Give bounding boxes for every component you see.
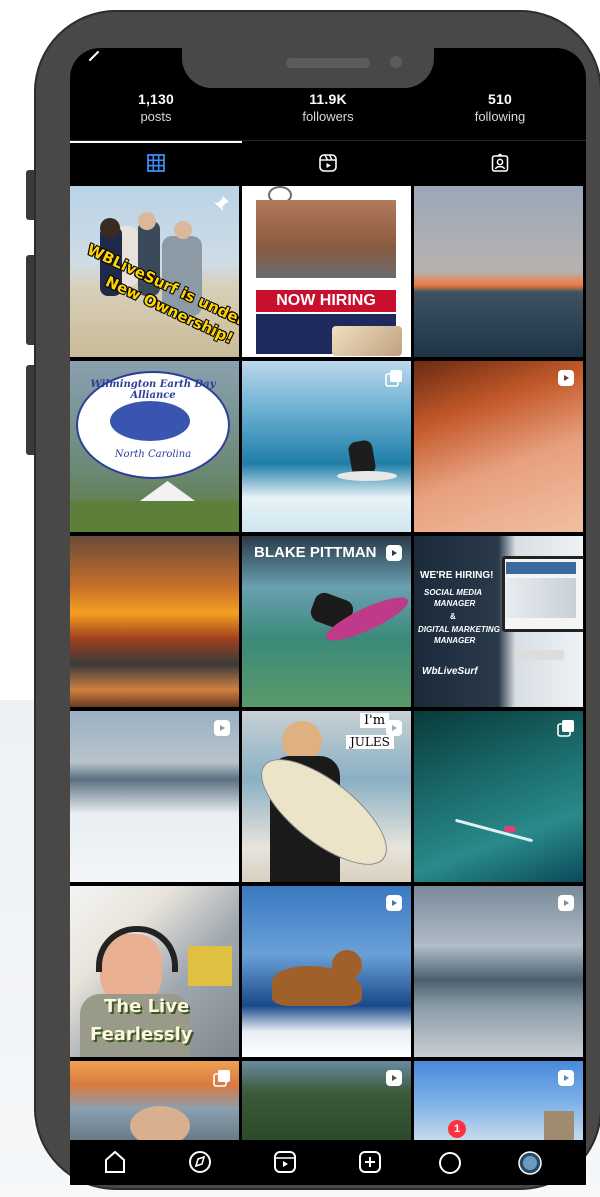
post-tile-sunset-2[interactable] [70,536,239,707]
reels-icon [558,1070,574,1086]
post-tile-jules[interactable]: I'm JULES [242,711,411,882]
stat-posts-value: 1,130 [137,91,175,107]
back-arrow-icon[interactable] [86,50,102,66]
stat-posts[interactable]: 1,130 posts [70,90,242,126]
post-blake-pittman-text: BLAKE PITTMAN [254,544,377,561]
post-jules-tag2: JULES [346,735,394,749]
post-tile-aerial-surf[interactable] [414,711,583,882]
post-tile-ocean-grey[interactable] [414,886,583,1057]
post-earth-day-subtitle: North Carolina [114,449,192,460]
stat-followers-value: 11.9K [309,91,347,107]
reels-icon [386,1070,402,1086]
reels-icon [386,895,402,911]
post-tile-ownership[interactable]: WBLiveSurf is under New Ownership! [70,186,239,357]
post-hiring-line1: WE'RE HIRING! [420,570,494,581]
stat-followers[interactable]: 11.9K followers [242,90,414,126]
reels-icon [386,720,402,736]
tab-tagged[interactable] [414,141,586,185]
carousel-icon [385,370,402,387]
phone-speaker [286,58,370,68]
grid-icon [147,154,165,172]
post-tile-blue-sky[interactable] [414,1061,583,1141]
stat-following-value: 510 [488,91,512,107]
reels-nav-icon[interactable] [270,1146,300,1176]
post-hiring-line3: MANAGER [434,599,476,608]
stat-posts-label: posts [140,109,172,124]
activity-icon[interactable] [435,1146,465,1176]
post-hiring-line2: SOCIAL MEDIA [424,588,483,597]
post-hiring-line6: MANAGER [434,636,476,645]
stat-following-label: following [474,109,526,124]
stat-following[interactable]: 510 following [414,90,586,126]
post-tile-earth-day[interactable]: Wilmington Earth Day Alliance North Caro… [70,361,239,532]
post-tile-dog-boat[interactable] [242,886,411,1057]
carousel-icon [213,1070,230,1087]
reels-icon [214,720,230,736]
reels-icon [558,895,574,911]
post-now-hiring-headline: NOW HIRING [256,290,396,312]
profile-avatar[interactable] [515,1146,545,1176]
post-hiring-line5: DIGITAL MARKETING [418,625,500,634]
tab-grid[interactable] [70,141,242,185]
post-tile-hiring-social[interactable]: WE'RE HIRING! SOCIAL MEDIA MANAGER & DIG… [414,536,583,707]
post-hiring-brand: WbLiveSurf [422,666,478,677]
profile-tabs [70,140,586,185]
pin-icon [214,196,229,211]
explore-icon[interactable] [185,1146,215,1176]
post-tile-blake-pittman[interactable]: BLAKE PITTMAN [242,536,411,707]
phone-camera [390,56,402,68]
post-tile-palms[interactable] [242,1061,411,1141]
tab-reels[interactable] [242,141,414,185]
profile-stats: 1,130 posts 11.9K followers 510 followin… [70,90,586,136]
post-podcast-line1: The Live [104,996,190,1017]
post-tile-podcast[interactable]: The Live Fearlessly [70,886,239,1057]
post-tile-dune-grass[interactable] [414,361,583,532]
create-icon[interactable] [355,1146,385,1176]
carousel-icon [557,720,574,737]
reels-icon [319,154,337,172]
post-tile-sunset-1[interactable] [414,186,583,357]
notification-badge: 1 [448,1120,466,1138]
post-tile-surf-1[interactable] [242,361,411,532]
stat-followers-label: followers [302,109,354,124]
post-hiring-line4: & [450,612,456,621]
bottom-navigation [70,1140,586,1185]
reels-icon [558,370,574,386]
post-tile-beach-hand[interactable] [70,1061,239,1141]
reels-icon [386,545,402,561]
home-icon[interactable] [100,1146,130,1176]
post-podcast-line2: Fearlessly [90,1024,193,1045]
post-tile-surf-2[interactable] [70,711,239,882]
post-earth-day-title: Wilmington Earth Day Alliance [90,379,216,401]
post-tile-now-hiring[interactable]: NOW HIRING [242,186,411,357]
tagged-icon [491,153,509,172]
